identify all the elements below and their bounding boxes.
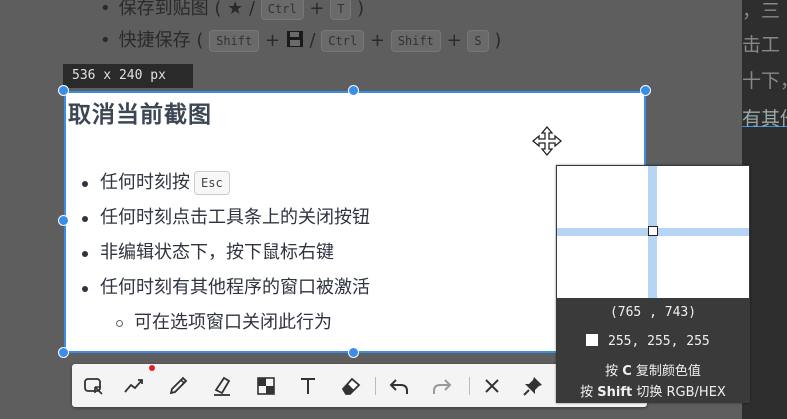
toolbar-separator — [469, 377, 470, 395]
esc-key: Esc — [194, 171, 230, 195]
resize-handle-bottom[interactable] — [348, 347, 359, 358]
magnifier-view — [557, 166, 749, 298]
selection-list: 任何时刻按 Esc 任何时刻点击工具条上的关闭按钮 非编辑状态下，按下鼠标右键 任… — [82, 171, 370, 341]
selection-heading: 取消当前截图 — [68, 102, 212, 128]
redo-icon[interactable] — [428, 372, 456, 400]
color-swatch — [586, 334, 598, 346]
marker-tool-icon[interactable] — [208, 372, 236, 400]
color-value: 255, 255, 255 — [586, 334, 710, 349]
active-tool-dot — [149, 365, 155, 371]
eraser-tool-icon[interactable] — [337, 372, 365, 400]
text-tool-icon[interactable] — [294, 372, 322, 400]
floppy-icon — [286, 30, 310, 51]
resize-handle-left[interactable] — [58, 215, 69, 226]
list-item: 任何时刻按 Esc — [82, 171, 370, 206]
undo-icon[interactable] — [385, 372, 413, 400]
bg-line-save-pin: • 保存到贴图 ( ★ / Ctrl + T ) — [100, 0, 365, 20]
line-tool-icon[interactable] — [120, 372, 148, 400]
move-cursor-icon — [531, 125, 563, 157]
rectangle-tool-icon[interactable] — [80, 372, 108, 400]
resize-handle-top-right[interactable] — [640, 85, 651, 96]
copy-color-hint: 按 C 复制颜色值 — [605, 364, 701, 379]
mosaic-tool-icon[interactable] — [252, 372, 280, 400]
list-subitem: 可在选项窗口关闭此行为 — [82, 311, 370, 341]
color-picker-magnifier: (765 , 743) 255, 255, 255 按 C 复制颜色值 按 Sh… — [556, 165, 750, 403]
pin-icon[interactable] — [519, 372, 547, 400]
cursor-coordinates: (765 , 743) — [609, 305, 697, 320]
resize-handle-bottom-left[interactable] — [58, 347, 69, 358]
list-item: 任何时刻点击工具条上的关闭按钮 — [82, 206, 370, 241]
pin-icon: ★ — [227, 0, 244, 19]
size-badge: 536 x 240 px — [63, 64, 193, 88]
list-item: 任何时刻有其他程序的窗口被激活 — [82, 276, 370, 311]
toggle-format-hint: 按 Shift 切换 RGB/HEX — [580, 385, 726, 400]
list-item: 非编辑状态下，按下鼠标右键 — [82, 241, 370, 276]
resize-handle-top[interactable] — [348, 85, 359, 96]
crosshair-center — [648, 226, 658, 236]
close-icon[interactable] — [478, 372, 506, 400]
pen-tool-icon[interactable] — [164, 372, 192, 400]
toolbar-separator — [375, 377, 376, 395]
resize-handle-top-left[interactable] — [58, 85, 69, 96]
bg-line-quick-save: • 快捷保存 ( Shift + / Ctrl + Shift + S ) — [100, 30, 502, 52]
